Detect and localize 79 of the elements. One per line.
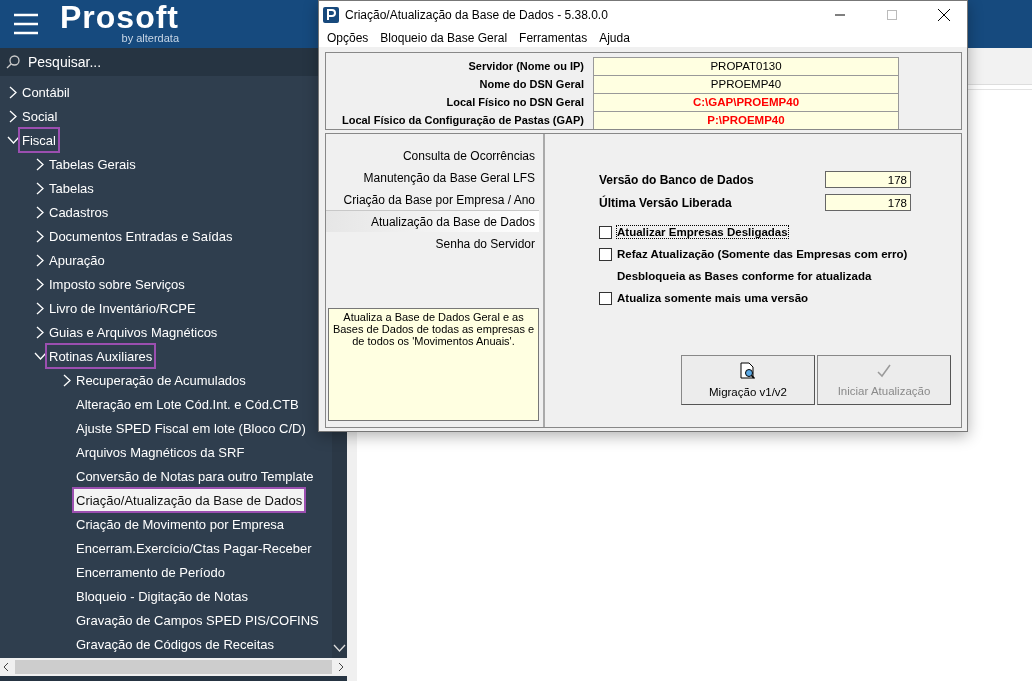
field-value: C:\GAP\PROEMP40 [593, 93, 899, 111]
tree-item[interactable]: Arquivos Magnéticos da SRF [74, 441, 247, 463]
tree-item[interactable]: Ajuste SPED Fiscal em lote (Bloco C/D) [74, 417, 308, 439]
tree-item[interactable]: Criação/Atualização da Base de Dados [74, 489, 305, 511]
tree-item[interactable]: Apuração [47, 249, 107, 271]
chevron-right-icon[interactable] [36, 205, 44, 219]
version-value: 178 [825, 194, 911, 211]
chevron-right-icon[interactable] [36, 253, 44, 267]
search-icon [6, 55, 20, 69]
field-label: Local Físico da Configuração de Pastas (GAP) [340, 113, 585, 128]
nav-item[interactable]: Senha do Servidor [326, 232, 539, 254]
chevron-right-icon[interactable] [36, 325, 44, 339]
menu-item[interactable]: Bloqueio da Base Geral [374, 30, 514, 45]
description-text: Atualiza a Base de Dados Geral e as Bases de Dados de todas as empresas e de todos os 'Movimentos Anuais'. [328, 308, 539, 421]
chevron-right-icon[interactable] [36, 229, 44, 243]
chevron-down-icon [333, 644, 346, 652]
chevron-down-icon[interactable] [33, 352, 47, 360]
menu-item[interactable]: Ajuda [593, 30, 636, 45]
menu-item[interactable]: Opções [321, 30, 375, 45]
chevron-right-icon[interactable] [36, 157, 44, 171]
tree-item[interactable]: Contábil [20, 81, 72, 103]
tree-item[interactable]: Recuperação de Acumulados [74, 369, 248, 391]
app-icon [323, 6, 339, 23]
tree-item[interactable]: Guias e Arquivos Magnéticos [47, 321, 220, 343]
tree-item[interactable]: Encerramento de Período [74, 561, 227, 583]
menu-icon[interactable] [14, 13, 38, 35]
tree-item[interactable]: Cadastros [47, 201, 111, 223]
scrollbar[interactable] [0, 658, 347, 676]
tree-item[interactable]: Gravação de Códigos de Receitas [74, 633, 276, 655]
checkbox[interactable] [599, 247, 612, 261]
tree-item[interactable]: Gravação de Campos SPED PIS/COFINS [74, 609, 321, 631]
scroll-left-icon[interactable] [3, 662, 9, 672]
nav-item[interactable]: Criação da Base por Empresa / Ano [326, 188, 539, 210]
tree-item[interactable]: Imposto sobre Serviços [47, 273, 187, 295]
scroll-right-icon[interactable] [338, 662, 344, 672]
chevron-right-icon[interactable] [36, 277, 44, 291]
checkbox-label[interactable]: Atualizar Empresas Desligadas [617, 226, 788, 238]
checkbox[interactable] [599, 225, 612, 239]
nav-item[interactable]: Atualização da Base de Dados [326, 210, 539, 232]
field-value: PROPAT0130 [593, 57, 899, 75]
checkbox[interactable] [599, 291, 612, 305]
field-label: Servidor (Nome ou IP) [467, 59, 585, 74]
checkbox-label[interactable]: Atualiza somente mais uma versão [617, 292, 809, 304]
chevron-right-icon[interactable] [36, 181, 44, 195]
checkbox-label[interactable]: Refaz Atualização (Somente das Empresas com erro) [617, 248, 908, 260]
close-icon[interactable] [938, 8, 950, 21]
chevron-right-icon[interactable] [63, 373, 71, 387]
tree-item[interactable]: Rotinas Auxiliares [47, 345, 155, 367]
field-label: Nome do DSN Geral [478, 77, 585, 92]
tree-item[interactable]: Criação de Movimento por Empresa [74, 513, 287, 535]
document-search-icon [739, 362, 757, 380]
tree-item[interactable]: Social [20, 105, 60, 127]
version-value: 178 [825, 171, 911, 188]
field-label: Local Físico no DSN Geral [445, 95, 585, 110]
nav-item[interactable]: Consulta de Ocorrências [326, 144, 539, 166]
check-icon [876, 363, 892, 379]
tree-item[interactable]: Tabelas [47, 177, 96, 199]
window-title: Criação/Atualização da Base de Dados - 5.38.0.0 [345, 7, 609, 22]
menu-item[interactable]: Ferramentas [513, 30, 594, 45]
action-button[interactable]: Migração v1/v2 [681, 355, 815, 405]
tree-item[interactable]: Livro de Inventário/RCPE [47, 297, 198, 319]
note-text: Desbloqueia as Bases conforme for atualizada [617, 270, 872, 282]
field-value: P:\PROEMP40 [593, 111, 899, 129]
tree-item[interactable]: Conversão de Notas para outro Template [74, 465, 316, 487]
chevron-right-icon[interactable] [36, 301, 44, 315]
chevron-right-icon[interactable] [9, 109, 17, 123]
nav-item[interactable]: Manutenção da Base Geral LFS [326, 166, 539, 188]
tree-item[interactable]: Alteração em Lote Cód.Int. e Cód.CTB [74, 393, 301, 415]
tree-item[interactable]: Bloqueio - Digitação de Notas [74, 585, 250, 607]
version-label: Versão do Banco de Dados [599, 172, 754, 187]
tree-item[interactable]: Fiscal [20, 129, 58, 151]
logo: Prosoft by alterdata [60, 0, 179, 44]
chevron-down-icon[interactable] [6, 136, 20, 144]
version-label: Última Versão Liberada [599, 195, 732, 210]
field-value: PPROEMP40 [593, 75, 899, 93]
tree-item[interactable]: Tabelas Gerais [47, 153, 138, 175]
tree-item[interactable]: Documentos Entradas e Saídas [47, 225, 235, 247]
tree-item[interactable]: Encerram.Exercício/Ctas Pagar-Receber [74, 537, 314, 559]
chevron-right-icon[interactable] [9, 85, 17, 99]
